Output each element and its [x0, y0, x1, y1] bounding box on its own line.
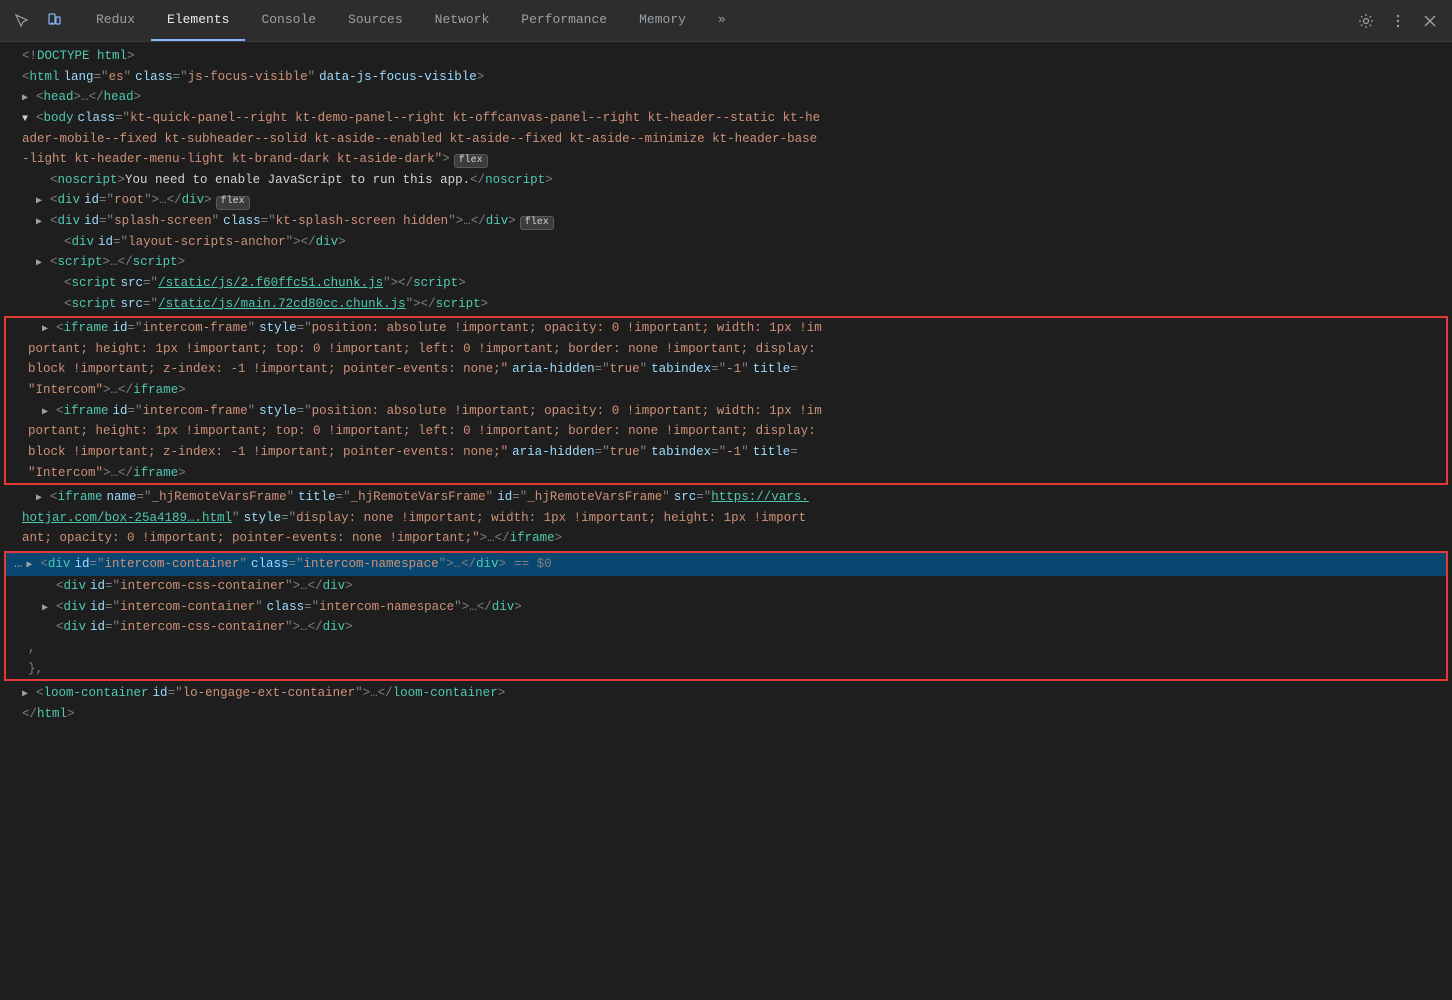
body-class-cont1: ader-mobile--fixed kt-subheader--solid k… [0, 129, 1452, 150]
doctype-line[interactable]: <!DOCTYPE html> [0, 46, 1452, 67]
tab-console[interactable]: Console [245, 0, 332, 41]
toolbar-right-actions [1352, 7, 1444, 35]
loom-container-line[interactable]: ▶ <loom-container id="lo-engage-ext-cont… [0, 683, 1452, 704]
iframe2-line4: "Intercom">…</iframe> [6, 463, 1446, 484]
iframe1-line3: block !important; z-index: -1 !important… [6, 359, 1446, 380]
tab-elements[interactable]: Elements [151, 0, 245, 41]
intercom-container-line1[interactable]: … ▶ <div id="intercom-container" class="… [6, 553, 1446, 576]
tab-network[interactable]: Network [419, 0, 506, 41]
flex-badge-splash[interactable]: flex [520, 216, 554, 230]
body-close-partial: }, [6, 659, 1446, 680]
body-class-cont2: -light kt-header-menu-light kt-brand-dar… [0, 149, 1452, 170]
njframe-line2: hotjar.com/box-25a4189….html" style="dis… [0, 508, 1452, 529]
close-button[interactable] [1416, 7, 1444, 35]
iframe1-line4: "Intercom">…</iframe> [6, 380, 1446, 401]
flex-badge-body[interactable]: flex [454, 154, 488, 168]
iframe2-line2: portant; height: 1px !important; top: 0 … [6, 421, 1446, 442]
tab-sources[interactable]: Sources [332, 0, 419, 41]
tab-more[interactable]: » [702, 0, 742, 41]
body-partial-close: , [6, 638, 1446, 659]
iframe2-line3: block !important; z-index: -1 !important… [6, 442, 1446, 463]
html-element-line[interactable]: <html lang="es" class="js-focus-visible"… [0, 67, 1452, 88]
body-element-line[interactable]: ▼ <body class="kt-quick-panel--right kt-… [0, 108, 1452, 129]
tab-memory[interactable]: Memory [623, 0, 702, 41]
tab-redux[interactable]: Redux [80, 0, 151, 41]
toolbar-icon-group [8, 7, 68, 35]
iframe1-line2: portant; height: 1px !important; top: 0 … [6, 339, 1446, 360]
dollar-zero-label: == $0 [514, 554, 552, 575]
cursor-icon[interactable] [8, 7, 36, 35]
noscript-line[interactable]: <noscript>You need to enable JavaScript … [0, 170, 1452, 191]
mobile-icon[interactable] [40, 7, 68, 35]
tab-performance[interactable]: Performance [505, 0, 623, 41]
head-element-line[interactable]: ▶ <head>…</head> [0, 87, 1452, 108]
iframe1-line1[interactable]: ▶ <iframe id="intercom-frame" style="pos… [6, 318, 1446, 339]
div-root-line[interactable]: ▶ <div id="root" >…</div> flex [0, 190, 1452, 211]
div-splash-line[interactable]: ▶ <div id="splash-screen" class="kt-spla… [0, 211, 1452, 232]
html-close-line[interactable]: </html> [0, 704, 1452, 725]
iframe2-line1[interactable]: ▶ <iframe id="intercom-frame" style="pos… [6, 401, 1446, 422]
intercom-css-container-line2[interactable]: <div id="intercom-css-container" >…</div… [6, 617, 1446, 638]
dots-icon: … [14, 553, 22, 576]
elements-panel: <!DOCTYPE html> <html lang="es" class="j… [0, 42, 1452, 1000]
njframe-line1[interactable]: ▶ <iframe name="_hjRemoteVarsFrame" titl… [0, 487, 1452, 508]
flex-badge-root[interactable]: flex [216, 196, 250, 210]
script-src1-line[interactable]: <script src="/static/js/2.f60ffc51.chunk… [0, 273, 1452, 294]
script-collapsed-line[interactable]: ▶ <script>…</script> [0, 252, 1452, 273]
more-options-button[interactable] [1384, 7, 1412, 35]
script-src2-line[interactable]: <script src="/static/js/main.72cd80cc.ch… [0, 294, 1452, 315]
settings-button[interactable] [1352, 7, 1380, 35]
intercom-css-container-line1[interactable]: <div id="intercom-css-container" >…</div… [6, 576, 1446, 597]
devtools-toolbar: Redux Elements Console Sources Network P… [0, 0, 1452, 42]
div-layout-line[interactable]: <div id="layout-scripts-anchor" ></div> [0, 232, 1452, 253]
red-highlight-section-1: ▶ <iframe id="intercom-frame" style="pos… [4, 316, 1448, 485]
intercom-container-line2[interactable]: ▶ <div id="intercom-container" class="in… [6, 597, 1446, 618]
red-highlight-section-2: … ▶ <div id="intercom-container" class="… [4, 551, 1448, 681]
tabs-container: Redux Elements Console Sources Network P… [80, 0, 1352, 41]
njframe-line3: ant; opacity: 0 !important; pointer-even… [0, 528, 1452, 549]
